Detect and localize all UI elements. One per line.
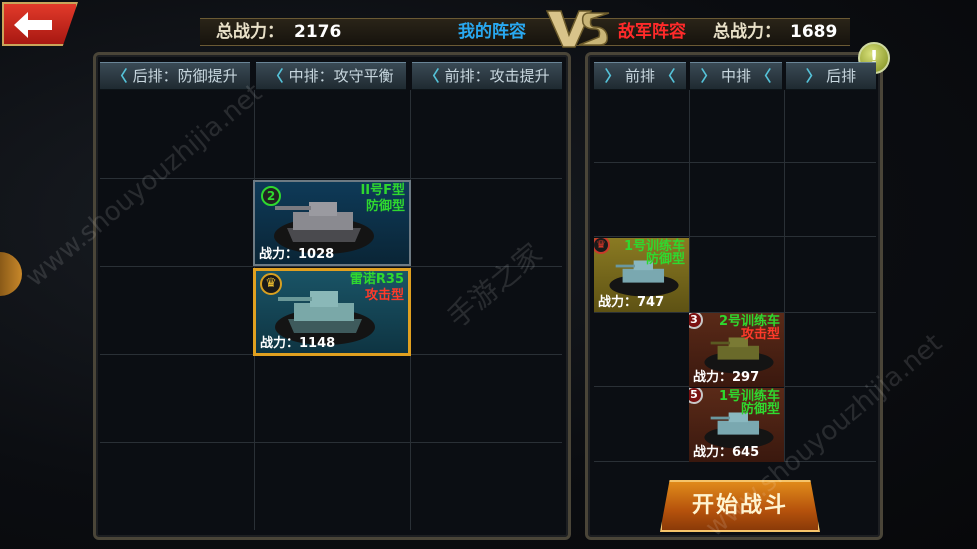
unit-type: 防御型 — [365, 199, 405, 214]
my-unit-card[interactable]: 2 II号F型 防御型 战力：1028 — [253, 180, 411, 266]
unit-type: 防御型 — [645, 252, 685, 267]
unit-power: 战力：1148 — [260, 332, 335, 351]
left-row-header-middle: 〈 中排：攻守平衡 — [256, 62, 406, 90]
right-row-label: 中排 — [720, 67, 751, 85]
power-label: 战力： — [259, 247, 299, 262]
enemy-unit-card[interactable]: ♛ 1号训练车 防御型 战力：747 — [594, 238, 689, 312]
my-lineup-title: 我的阵容 — [458, 22, 526, 42]
unit-type: 攻击型 — [740, 327, 780, 342]
back-button[interactable] — [2, 2, 78, 46]
left-row-label: 后排：防御提升 — [132, 67, 238, 85]
power-value: 1148 — [299, 336, 336, 351]
power-value: 645 — [732, 445, 760, 460]
left-row-label: 中排：攻守平衡 — [288, 67, 394, 85]
unit-power: 战力：297 — [693, 366, 759, 385]
unit-type: 攻击型 — [364, 288, 404, 303]
power-label: 战力： — [260, 336, 300, 351]
grid-line — [594, 162, 876, 163]
left-row-label: 前排：攻击提升 — [444, 67, 550, 85]
unit-power: 战力：747 — [598, 291, 664, 310]
my-unit-card[interactable]: ♛ 雷诺R35 攻击型 战力：1148 — [253, 268, 411, 356]
enemy-unit-card[interactable]: 3 2号训练车 攻击型 战力：297 — [689, 313, 784, 387]
commander-crown-icon: ♛ — [260, 273, 282, 295]
unit-type: 防御型 — [740, 402, 780, 417]
right-row-label: 前排 — [624, 67, 655, 85]
right-row-header-back: 〉 后排 — [786, 62, 876, 90]
my-power-value: 2176 — [294, 22, 342, 42]
enemy-unit-card[interactable]: 5 1号训练车 防御型 战力：645 — [689, 388, 784, 462]
right-row-header-front: 〉 前排 〈 — [594, 62, 686, 90]
grid-line — [100, 442, 562, 443]
power-value: 1028 — [298, 247, 335, 262]
power-value: 297 — [732, 370, 760, 385]
enemy-power-value: 1689 — [790, 22, 838, 42]
power-label: 战力： — [693, 445, 733, 460]
right-row-header-middle: 〉 中排 〈 — [690, 62, 782, 90]
power-label: 战力： — [693, 370, 733, 385]
back-arrow-icon — [14, 12, 52, 38]
left-row-header-back: 〈 后排：防御提升 — [100, 62, 250, 90]
unit-power: 战力：645 — [693, 441, 759, 460]
unit-power: 战力：1028 — [259, 243, 334, 262]
enemy-power-label: 总战力： — [713, 22, 781, 42]
left-row-header-front: 〈 前排：攻击提升 — [412, 62, 562, 90]
unit-name: 雷诺R35 — [349, 272, 404, 287]
top-bar: 总战力： 2176 我的阵容 敌军阵容 总战力： 1689 — [0, 0, 977, 50]
grid-line — [784, 90, 785, 462]
my-power-label: 总战力： — [216, 22, 284, 42]
vs-emblem-icon — [545, 10, 610, 48]
right-row-label: 后排 — [826, 67, 857, 85]
level-badge: 2 — [261, 186, 281, 206]
unit-name: II号F型 — [360, 183, 405, 198]
power-value: 747 — [637, 295, 665, 310]
grid-line — [594, 236, 876, 237]
power-label: 战力： — [598, 295, 638, 310]
enemy-lineup-title: 敌军阵容 — [618, 22, 686, 42]
